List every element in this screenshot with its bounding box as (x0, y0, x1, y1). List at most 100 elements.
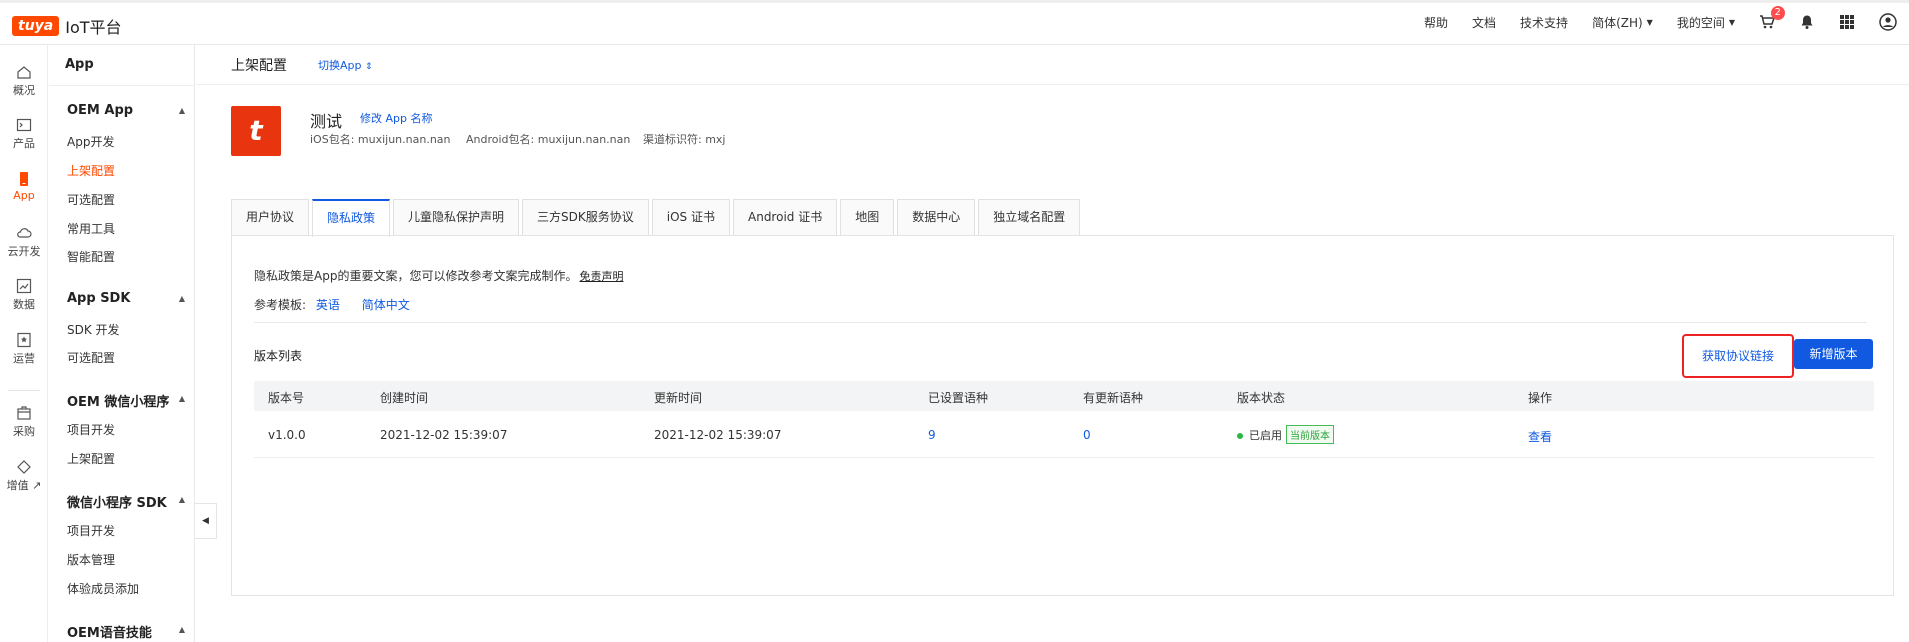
status-dot-icon (1237, 433, 1243, 439)
grid-icon (1840, 15, 1854, 29)
chevron-down-icon: ▼ (1728, 17, 1735, 27)
user-avatar-button[interactable] (1879, 13, 1897, 31)
tab-map[interactable]: 地图 (840, 199, 895, 236)
diamond-icon (17, 460, 31, 474)
rail-divider (8, 390, 40, 391)
box-icon (17, 406, 31, 420)
col-created: 创建时间 (380, 391, 429, 405)
new-version-button[interactable]: 新增版本 (1794, 339, 1873, 369)
tab-data-center[interactable]: 数据中心 (897, 199, 976, 236)
page-title: 上架配置 (231, 58, 287, 74)
tab-user-agreement[interactable]: 用户协议 (231, 199, 310, 236)
sidebar-group-app-sdk[interactable]: App SDK ▲ (67, 291, 185, 306)
logo-brand: tuya (12, 16, 60, 36)
group-label: OEM App (67, 103, 134, 118)
tab-third-party-sdk[interactable]: 三方SDK服务协议 (522, 199, 649, 236)
sidebar-item-optional-config[interactable]: 可选配置 (67, 191, 115, 208)
app-icon: t (231, 106, 281, 156)
tab-custom-domain[interactable]: 独立域名配置 (978, 199, 1081, 236)
sidebar-item-version-mgmt[interactable]: 版本管理 (67, 551, 115, 568)
cell-updated: 2021-12-02 15:39:07 (654, 428, 782, 442)
sidebar-group-miniprogram-sdk[interactable]: 微信小程序 SDK ▲ (67, 492, 185, 511)
cell-created: 2021-12-02 15:39:07 (380, 428, 508, 442)
sidebar-item-sdk-optional[interactable]: 可选配置 (67, 349, 115, 366)
logo-text: IoT平台 (65, 18, 122, 37)
rail-label: 增值 ↗ (6, 479, 42, 492)
rail-label: 采购 (13, 425, 35, 438)
sidebar-item-smart-config[interactable]: 智能配置 (67, 248, 115, 265)
sidebar-item-add-testers[interactable]: 体验成员添加 (67, 580, 139, 597)
top-nav: 帮助 文档 技术支持 简体(ZH) ▼ 我的空间 ▼ 2 (1400, 6, 1897, 31)
rail-label: 运营 (13, 352, 35, 365)
get-agreement-link-button[interactable]: 获取协议链接 (1682, 334, 1794, 378)
sidebar-item-mp-listing[interactable]: 上架配置 (67, 450, 115, 467)
group-label: OEM 微信小程序 (67, 395, 170, 410)
divider (254, 322, 1867, 323)
switch-app-label: 切换App (318, 59, 362, 72)
cell-set-langs[interactable]: 9 (928, 428, 936, 442)
tab-ios-cert[interactable]: iOS 证书 (651, 199, 730, 236)
status-text: 已启用 (1249, 429, 1282, 442)
template-english-link[interactable]: 英语 (316, 298, 340, 312)
sidebar-collapse-button[interactable]: ◀ (195, 503, 217, 539)
docs-link[interactable]: 文档 (1472, 14, 1496, 31)
app-name: 测试 (310, 112, 343, 131)
ios-package: iOS包名: muxijun.nan.nan (310, 133, 451, 146)
privacy-policy-panel: 隐私政策是App的重要文案，您可以修改参考文案完成制作。 免责声明 参考模板: 英… (231, 235, 1894, 596)
workspace-dropdown[interactable]: 我的空间 ▼ (1677, 14, 1735, 31)
view-link[interactable]: 查看 (1528, 428, 1552, 445)
table-row: v1.0.0 2021-12-02 15:39:07 2021-12-02 15… (254, 411, 1874, 458)
sidebar-group-oem-miniprogram[interactable]: OEM 微信小程序 ▲ (67, 391, 185, 410)
sidebar-item-app-dev[interactable]: App开发 (67, 133, 114, 150)
sidebar-item-listing-config[interactable]: 上架配置 (67, 162, 115, 179)
rail-item-overview[interactable]: 概况 (0, 64, 48, 98)
sidebar-item-tools[interactable]: 常用工具 (67, 220, 115, 237)
terminal-icon (16, 118, 32, 132)
rename-app-link[interactable]: 修改 App 名称 (360, 110, 432, 126)
rail-item-purchase[interactable]: 采购 (0, 405, 48, 439)
sidebar-divider (49, 85, 194, 86)
rail-label: App (13, 189, 35, 202)
version-list-title: 版本列表 (254, 349, 303, 363)
rail-item-product[interactable]: 产品 (0, 117, 48, 151)
rail-item-operations[interactable]: 运营 (0, 332, 48, 366)
switch-app-button[interactable]: 切换App ⇕ (318, 57, 373, 73)
sidebar-item-mpsdk-project-dev[interactable]: 项目开发 (67, 522, 115, 539)
cart-button[interactable]: 2 (1759, 6, 1785, 30)
notification-button[interactable] (1799, 14, 1815, 30)
tab-privacy-policy[interactable]: 隐私政策 (312, 199, 391, 237)
logo[interactable]: tuya IoT平台 (12, 14, 122, 38)
tab-android-cert[interactable]: Android 证书 (733, 199, 838, 236)
col-set-langs: 已设置语种 (928, 391, 989, 405)
chevron-up-icon: ▲ (178, 394, 185, 403)
cell-updated-langs[interactable]: 0 (1083, 428, 1091, 442)
chevron-up-icon: ▲ (178, 495, 185, 504)
template-chinese-link[interactable]: 简体中文 (362, 298, 410, 312)
col-updated-langs: 有更新语种 (1083, 391, 1144, 405)
disclaimer-link[interactable]: 免责声明 (579, 270, 623, 283)
phone-icon (20, 172, 28, 186)
caret-left-icon: ◀ (202, 516, 209, 526)
rail-item-data[interactable]: 数据 (0, 278, 48, 312)
apps-grid-button[interactable] (1839, 14, 1855, 30)
group-label: App SDK (67, 291, 131, 306)
help-link[interactable]: 帮助 (1424, 14, 1448, 31)
group-label: OEM语音技能 (67, 626, 152, 641)
rail-item-value-added[interactable]: 增值 ↗ (0, 459, 48, 493)
support-link[interactable]: 技术支持 (1520, 14, 1568, 31)
sort-icon: ⇕ (365, 62, 373, 72)
rail-item-cloud[interactable]: 云开发 (0, 225, 48, 259)
rail-label: 概况 (13, 84, 35, 97)
tab-child-privacy[interactable]: 儿童隐私保护声明 (393, 199, 520, 236)
current-version-tag: 当前版本 (1286, 425, 1334, 444)
sidebar-group-oem-app[interactable]: OEM App ▲ (67, 103, 185, 118)
cell-status: 已启用 当前版本 (1237, 425, 1334, 444)
rail-item-app[interactable]: App (0, 171, 48, 202)
sidebar-item-mp-project-dev[interactable]: 项目开发 (67, 421, 115, 438)
sidebar: App OEM App ▲ App开发 上架配置 可选配置 常用工具 智能配置 A… (49, 45, 195, 642)
rail-label: 产品 (13, 137, 35, 150)
sidebar-item-sdk-dev[interactable]: SDK 开发 (67, 321, 120, 338)
language-dropdown[interactable]: 简体(ZH) ▼ (1592, 14, 1653, 31)
channel-id: 渠道标识符: mxj (643, 133, 726, 146)
sidebar-group-voice-skill[interactable]: OEM语音技能 ▲ (67, 622, 185, 641)
